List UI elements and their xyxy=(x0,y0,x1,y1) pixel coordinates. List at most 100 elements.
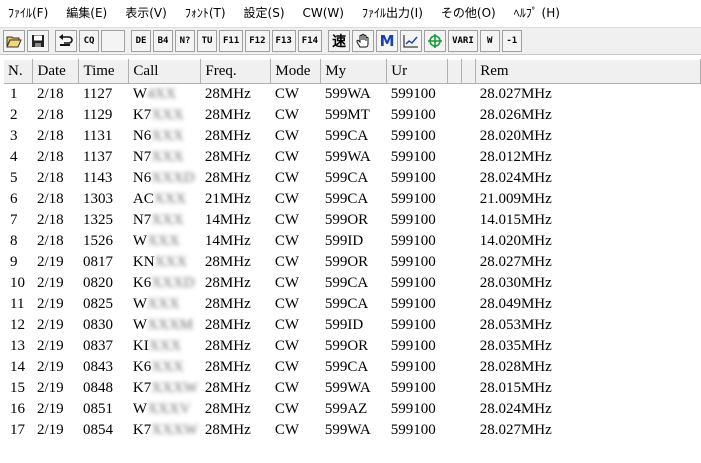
cell-extra-1 xyxy=(448,126,462,147)
header-mode[interactable]: Mode xyxy=(270,59,322,84)
f12-button[interactable]: F12 xyxy=(245,30,270,52)
crosshair-icon[interactable] xyxy=(424,30,447,52)
cell-rem: 28.028MHz xyxy=(479,359,552,375)
header-call[interactable]: Call xyxy=(128,59,202,84)
cell-extra-2 xyxy=(462,126,476,147)
header-n[interactable]: N. xyxy=(4,59,34,84)
cell-call: N7XXX xyxy=(129,210,201,231)
b4-button[interactable]: B4 xyxy=(153,30,173,52)
table-row[interactable]: 7 2/18 1325 N7XXX 14MHz CW 599OR 599100 14.015MH… xyxy=(4,210,701,231)
menu-file-output[interactable]: ﾌｧｲﾙ出力(I) xyxy=(353,0,432,26)
de-button[interactable]: DE xyxy=(131,30,151,52)
menu-file[interactable]: ﾌｧｲﾙ(F) xyxy=(0,0,57,26)
cell-extra-1 xyxy=(448,294,462,315)
cell-my: 599CA xyxy=(324,128,369,144)
menu-view[interactable]: 表示(V) xyxy=(116,0,176,26)
cq-button[interactable]: CQ xyxy=(79,30,99,52)
cell-rem: 28.012MHz xyxy=(479,149,552,165)
minus1-button[interactable]: -1 xyxy=(501,30,522,52)
call-visible: W xyxy=(132,296,148,312)
cell-call: N7XXX xyxy=(129,147,201,168)
table-header-row: N. Date Time Call Freq. Mode My Ur Rem xyxy=(4,59,701,84)
menu-font[interactable]: ﾌｫﾝﾄ(T) xyxy=(176,0,235,26)
cell-mode: CW xyxy=(274,338,300,354)
call-visible: K7 xyxy=(132,422,152,438)
graph-icon[interactable] xyxy=(400,30,423,52)
table-row[interactable]: 13 2/19 0837 KIXXX 28MHz CW 599OR 599100 28.035M… xyxy=(4,336,701,357)
nq-button[interactable]: N? xyxy=(175,30,195,52)
table-row[interactable]: 12 2/19 0830 WXXXM 28MHz CW 599ID 599100 28.053M… xyxy=(4,315,701,336)
cell-ur: 599100 xyxy=(390,86,436,102)
table-row[interactable]: 8 2/18 1526 WXXX 14MHz CW 599ID 599100 14.020MHz xyxy=(4,231,701,252)
table-row[interactable]: 10 2/19 0820 K6XXXD 28MHz CW 599CA 599100 28.030… xyxy=(4,273,701,294)
table-row[interactable]: 1 2/18 1127 W4XX 28MHz CW 599WA 599100 28.027MHz xyxy=(4,84,701,106)
call-redacted: XXXD xyxy=(151,275,195,291)
table-row[interactable]: 16 2/19 0851 WXXXV 28MHz CW 599AZ 599100 28.024M… xyxy=(4,399,701,420)
tu-button[interactable]: TU xyxy=(197,30,217,52)
cell-time: 0830 xyxy=(82,317,113,333)
cell-date: 2/19 xyxy=(36,422,64,438)
cell-my: 599ID xyxy=(324,233,364,249)
vari-button[interactable]: VARI xyxy=(448,30,478,52)
cell-extra-1 xyxy=(448,147,462,168)
header-rem[interactable]: Rem xyxy=(475,59,701,84)
table-row[interactable]: 5 2/18 1143 N6XXXD 28MHz CW 599CA 599100 28.024M… xyxy=(4,168,701,189)
cell-call: K7XXXW xyxy=(129,378,201,399)
cell-extra-1 xyxy=(448,231,462,252)
hand-icon[interactable] xyxy=(352,30,375,52)
cell-freq: 28MHz xyxy=(204,128,251,144)
table-row[interactable]: 15 2/19 0848 K7XXXW 28MHz CW 599WA 599100 28.015… xyxy=(4,378,701,399)
header-date[interactable]: Date xyxy=(32,59,80,84)
menu-edit[interactable]: 編集(E) xyxy=(57,0,116,26)
header-time[interactable]: Time xyxy=(78,59,130,84)
cell-date: 2/18 xyxy=(36,128,64,144)
cell-time: 0820 xyxy=(82,275,113,291)
cell-n: 6 xyxy=(10,191,18,207)
f14-button[interactable]: F14 xyxy=(297,30,323,52)
header-extra-1[interactable] xyxy=(447,59,463,84)
save-icon[interactable] xyxy=(27,30,49,52)
header-freq[interactable]: Freq. xyxy=(200,59,272,84)
menu-cw[interactable]: CW(W) xyxy=(294,0,353,26)
header-my[interactable]: My xyxy=(320,59,388,84)
cell-n: 3 xyxy=(10,128,18,144)
speed-button[interactable]: 速 xyxy=(328,30,351,52)
cell-call: N6XXX xyxy=(129,126,201,147)
menu-settings[interactable]: 設定(S) xyxy=(235,0,294,26)
header-ur[interactable]: Ur xyxy=(386,59,449,84)
cell-date: 2/19 xyxy=(36,380,64,396)
header-extra-2[interactable] xyxy=(461,59,477,84)
table-row[interactable]: 2 2/18 1129 K7XXX 28MHz CW 599MT 599100 28.026MH… xyxy=(4,105,701,126)
cell-freq: 28MHz xyxy=(204,86,251,102)
blank-button[interactable] xyxy=(101,30,125,52)
cell-time: 0843 xyxy=(82,359,113,375)
cell-ur: 599100 xyxy=(390,296,436,312)
table-row[interactable]: 9 2/19 0817 KNXXX 28MHz CW 599OR 599100 28.027MH… xyxy=(4,252,701,273)
w-button[interactable]: W xyxy=(479,30,500,52)
cell-ur: 599100 xyxy=(390,128,436,144)
cell-freq: 21MHz xyxy=(204,191,251,207)
cell-extra-2 xyxy=(462,336,476,357)
cell-freq: 28MHz xyxy=(204,296,251,312)
table-row[interactable]: 11 2/19 0825 WXXX 28MHz CW 599CA 599100 28.049MH… xyxy=(4,294,701,315)
table-row[interactable]: 4 2/18 1137 N7XXX 28MHz CW 599WA 599100 28.012MH… xyxy=(4,147,701,168)
cell-ur: 599100 xyxy=(390,254,436,270)
cell-ur: 599100 xyxy=(390,422,436,438)
table-row[interactable]: 6 2/18 1303 ACXXX 21MHz CW 599CA 599100 21.009MH… xyxy=(4,189,701,210)
cell-my: 599CA xyxy=(324,170,369,186)
table-row[interactable]: 3 2/18 1131 N6XXX 28MHz CW 599CA 599100 28.020MH… xyxy=(4,126,701,147)
cell-mode: CW xyxy=(274,317,300,333)
cell-rem: 28.049MHz xyxy=(479,296,552,312)
table-row[interactable]: 14 2/19 0843 K6XXX 28MHz CW 599CA 599100 28.028M… xyxy=(4,357,701,378)
folder-open-icon[interactable] xyxy=(3,30,25,52)
f11-button[interactable]: F11 xyxy=(219,30,244,52)
call-redacted: XXXW xyxy=(151,380,198,396)
menu-other[interactable]: その他(O) xyxy=(432,0,505,26)
table-row[interactable]: 17 2/19 0854 K7XXXW 28MHz CW 599WA 599100 28.027… xyxy=(4,420,701,441)
m-button[interactable]: M xyxy=(376,30,399,52)
menu-help[interactable]: ﾍﾙﾌﾟ (H) xyxy=(505,0,569,26)
f13-button[interactable]: F13 xyxy=(271,30,296,52)
undo-icon[interactable] xyxy=(55,30,77,52)
call-visible: K7 xyxy=(132,380,152,396)
cell-date: 2/19 xyxy=(36,317,64,333)
